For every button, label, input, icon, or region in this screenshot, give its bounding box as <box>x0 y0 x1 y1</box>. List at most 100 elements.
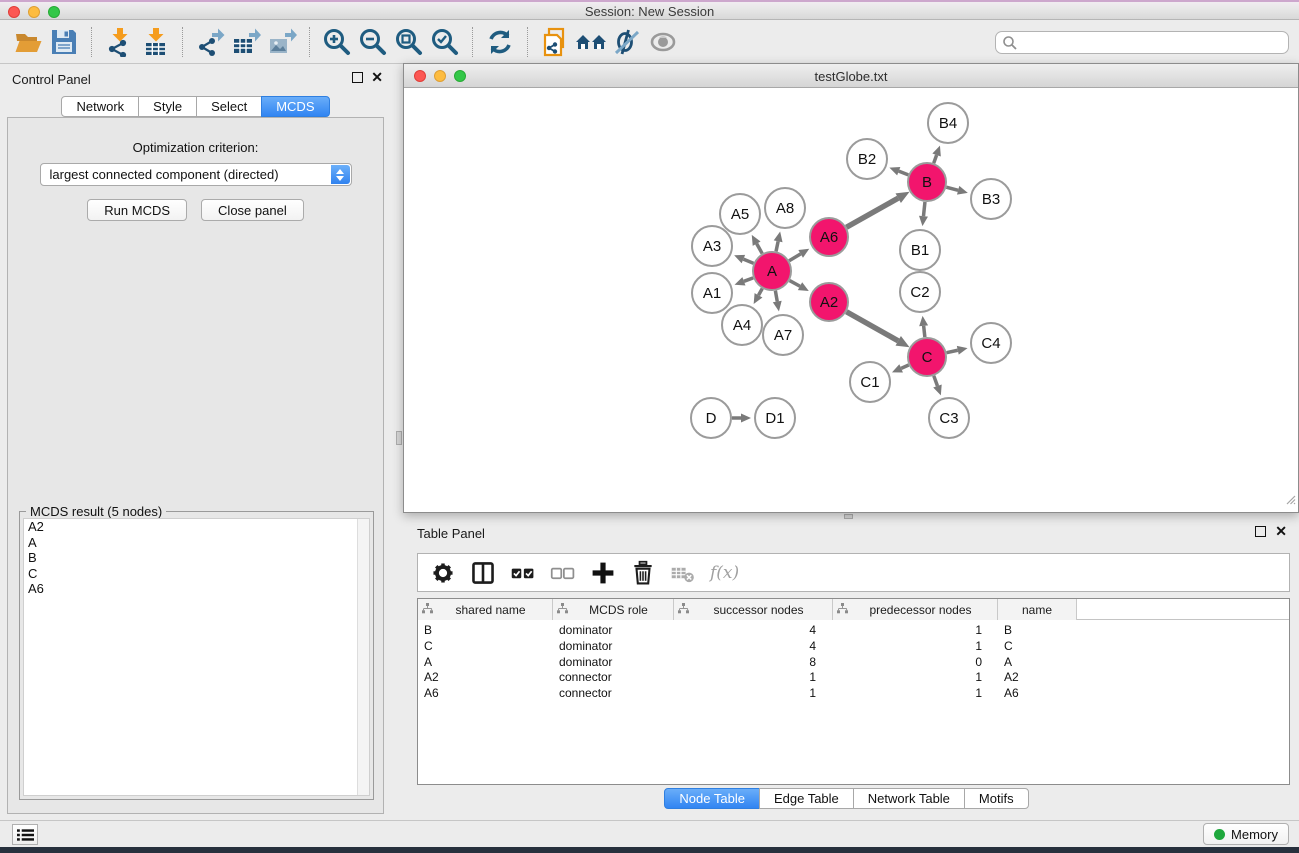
tab-style[interactable]: Style <box>138 96 197 117</box>
column-header-MCDS-role[interactable]: MCDS role <box>553 599 674 620</box>
graph-node-A2[interactable]: A2 <box>810 283 848 321</box>
table-settings-icon[interactable] <box>428 558 458 588</box>
zoom-selected-icon[interactable] <box>427 25 463 59</box>
graph-edge-A-A8[interactable] <box>774 232 783 252</box>
close-panel-icon[interactable]: ✕ <box>371 72 383 83</box>
clone-network-icon[interactable] <box>537 25 573 59</box>
import-table-icon[interactable] <box>137 25 173 59</box>
graph-edge-A-A4[interactable] <box>754 288 763 304</box>
graph-edge-B-B3[interactable] <box>946 186 967 195</box>
tab-motifs[interactable]: Motifs <box>964 788 1029 809</box>
tab-network[interactable]: Network <box>61 96 139 117</box>
graph-node-B4[interactable]: B4 <box>928 103 968 143</box>
search-input[interactable] <box>995 31 1289 54</box>
graph-node-D[interactable]: D <box>691 398 731 438</box>
tab-edge-table[interactable]: Edge Table <box>759 788 854 809</box>
graph-node-B2[interactable]: B2 <box>847 139 887 179</box>
table-row[interactable]: Adominator80A <box>418 655 1289 671</box>
table-row[interactable]: Cdominator41C <box>418 639 1289 655</box>
graph-node-B1[interactable]: B1 <box>900 230 940 270</box>
tab-node-table[interactable]: Node Table <box>664 788 760 809</box>
graph-node-C4[interactable]: C4 <box>971 323 1011 363</box>
graph-node-C3[interactable]: C3 <box>929 398 969 438</box>
run-mcds-button[interactable]: Run MCDS <box>87 199 187 221</box>
vertical-splitter-handle[interactable] <box>396 431 402 445</box>
show-hide-eye-icon[interactable] <box>645 25 681 59</box>
zoom-out-icon[interactable] <box>355 25 391 59</box>
close-panel-button[interactable]: Close panel <box>201 199 304 221</box>
task-history-button[interactable] <box>12 824 38 845</box>
result-item[interactable]: A <box>24 535 369 551</box>
show-columns-icon[interactable] <box>468 558 498 588</box>
export-network-icon[interactable] <box>192 25 228 59</box>
graph-edge-C-C2[interactable] <box>919 316 928 337</box>
graph-node-A5[interactable]: A5 <box>720 194 760 234</box>
network-window-titlebar[interactable]: testGlobe.txt <box>404 64 1298 88</box>
close-table-panel-icon[interactable]: ✕ <box>1275 526 1287 537</box>
graph-edge-C-C4[interactable] <box>947 346 968 355</box>
graph-edge-B-B4[interactable] <box>932 146 940 164</box>
float-table-panel-icon[interactable] <box>1255 526 1266 537</box>
graph-edge-A-A6[interactable] <box>789 249 809 261</box>
tab-network-table[interactable]: Network Table <box>853 788 965 809</box>
delete-table-icon[interactable] <box>668 558 698 588</box>
refresh-icon[interactable] <box>482 25 518 59</box>
graph-node-C[interactable]: C <box>908 338 946 376</box>
graph-edge-B-B2[interactable] <box>889 167 908 175</box>
graph-node-A1[interactable]: A1 <box>692 273 732 313</box>
graph-edge-C-C3[interactable] <box>933 376 941 396</box>
column-header-predecessor-nodes[interactable]: predecessor nodes <box>833 599 998 620</box>
graph-node-A7[interactable]: A7 <box>763 315 803 355</box>
zoom-fit-icon[interactable] <box>391 25 427 59</box>
mcds-result-list[interactable]: A2ABCA6 <box>23 518 370 796</box>
graph-node-C1[interactable]: C1 <box>850 362 890 402</box>
graph-edge-A6-B[interactable] <box>846 192 909 227</box>
memory-button[interactable]: Memory <box>1203 823 1289 845</box>
save-session-icon[interactable] <box>46 25 82 59</box>
graph-edge-B-B1[interactable] <box>919 202 928 226</box>
graph-edge-A-A7[interactable] <box>773 291 782 312</box>
graph-node-B3[interactable]: B3 <box>971 179 1011 219</box>
delete-column-icon[interactable] <box>628 558 658 588</box>
graph-node-D1[interactable]: D1 <box>755 398 795 438</box>
graph-node-B[interactable]: B <box>908 163 946 201</box>
table-row[interactable]: Bdominator41B <box>418 623 1289 639</box>
resize-grip-icon[interactable] <box>1284 492 1296 510</box>
column-header-name[interactable]: name <box>998 599 1077 620</box>
graph-edge-A2-C[interactable] <box>846 312 909 347</box>
deselect-all-columns-icon[interactable] <box>548 558 578 588</box>
graph-edge-A-A1[interactable] <box>735 277 754 285</box>
graph-node-A3[interactable]: A3 <box>692 226 732 266</box>
export-table-icon[interactable] <box>228 25 264 59</box>
show-all-views-icon[interactable] <box>573 25 609 59</box>
result-item[interactable]: C <box>24 566 369 582</box>
export-image-icon[interactable] <box>264 25 300 59</box>
import-network-icon[interactable] <box>101 25 137 59</box>
graph-node-A4[interactable]: A4 <box>722 305 762 345</box>
add-column-icon[interactable] <box>588 558 618 588</box>
result-item[interactable]: B <box>24 550 369 566</box>
graph-node-A8[interactable]: A8 <box>765 188 805 228</box>
toggle-graphics-details-icon[interactable] <box>609 25 645 59</box>
result-item[interactable]: A6 <box>24 581 369 597</box>
open-session-icon[interactable] <box>10 25 46 59</box>
float-panel-icon[interactable] <box>352 72 363 83</box>
result-item[interactable]: A2 <box>24 519 369 535</box>
graph-node-A6[interactable]: A6 <box>810 218 848 256</box>
select-all-columns-icon[interactable] <box>508 558 538 588</box>
graph-node-C2[interactable]: C2 <box>900 272 940 312</box>
tab-select[interactable]: Select <box>196 96 262 117</box>
tab-mcds[interactable]: MCDS <box>261 96 329 117</box>
table-row[interactable]: A2connector11A2 <box>418 670 1289 686</box>
result-list-scrollbar[interactable] <box>357 519 369 795</box>
criterion-dropdown[interactable]: largest connected component (directed) <box>40 163 352 186</box>
graph-edge-C-C1[interactable] <box>892 364 909 372</box>
graph-edge-A-A2[interactable] <box>790 281 809 291</box>
zoom-in-icon[interactable] <box>319 25 355 59</box>
table-row[interactable]: A6connector11A6 <box>418 686 1289 702</box>
network-canvas[interactable]: B4 B2 B B3 A5A8A6 A3 B1 A A1 C2 A2 A4A7 C4 C C1 C3 D D1 <box>404 89 1298 512</box>
column-header-shared-name[interactable]: shared name <box>418 599 553 620</box>
graph-edge-A-A5[interactable] <box>752 235 762 254</box>
graph-node-A[interactable]: A <box>753 252 791 290</box>
graph-edge-D-D1[interactable] <box>732 414 751 423</box>
